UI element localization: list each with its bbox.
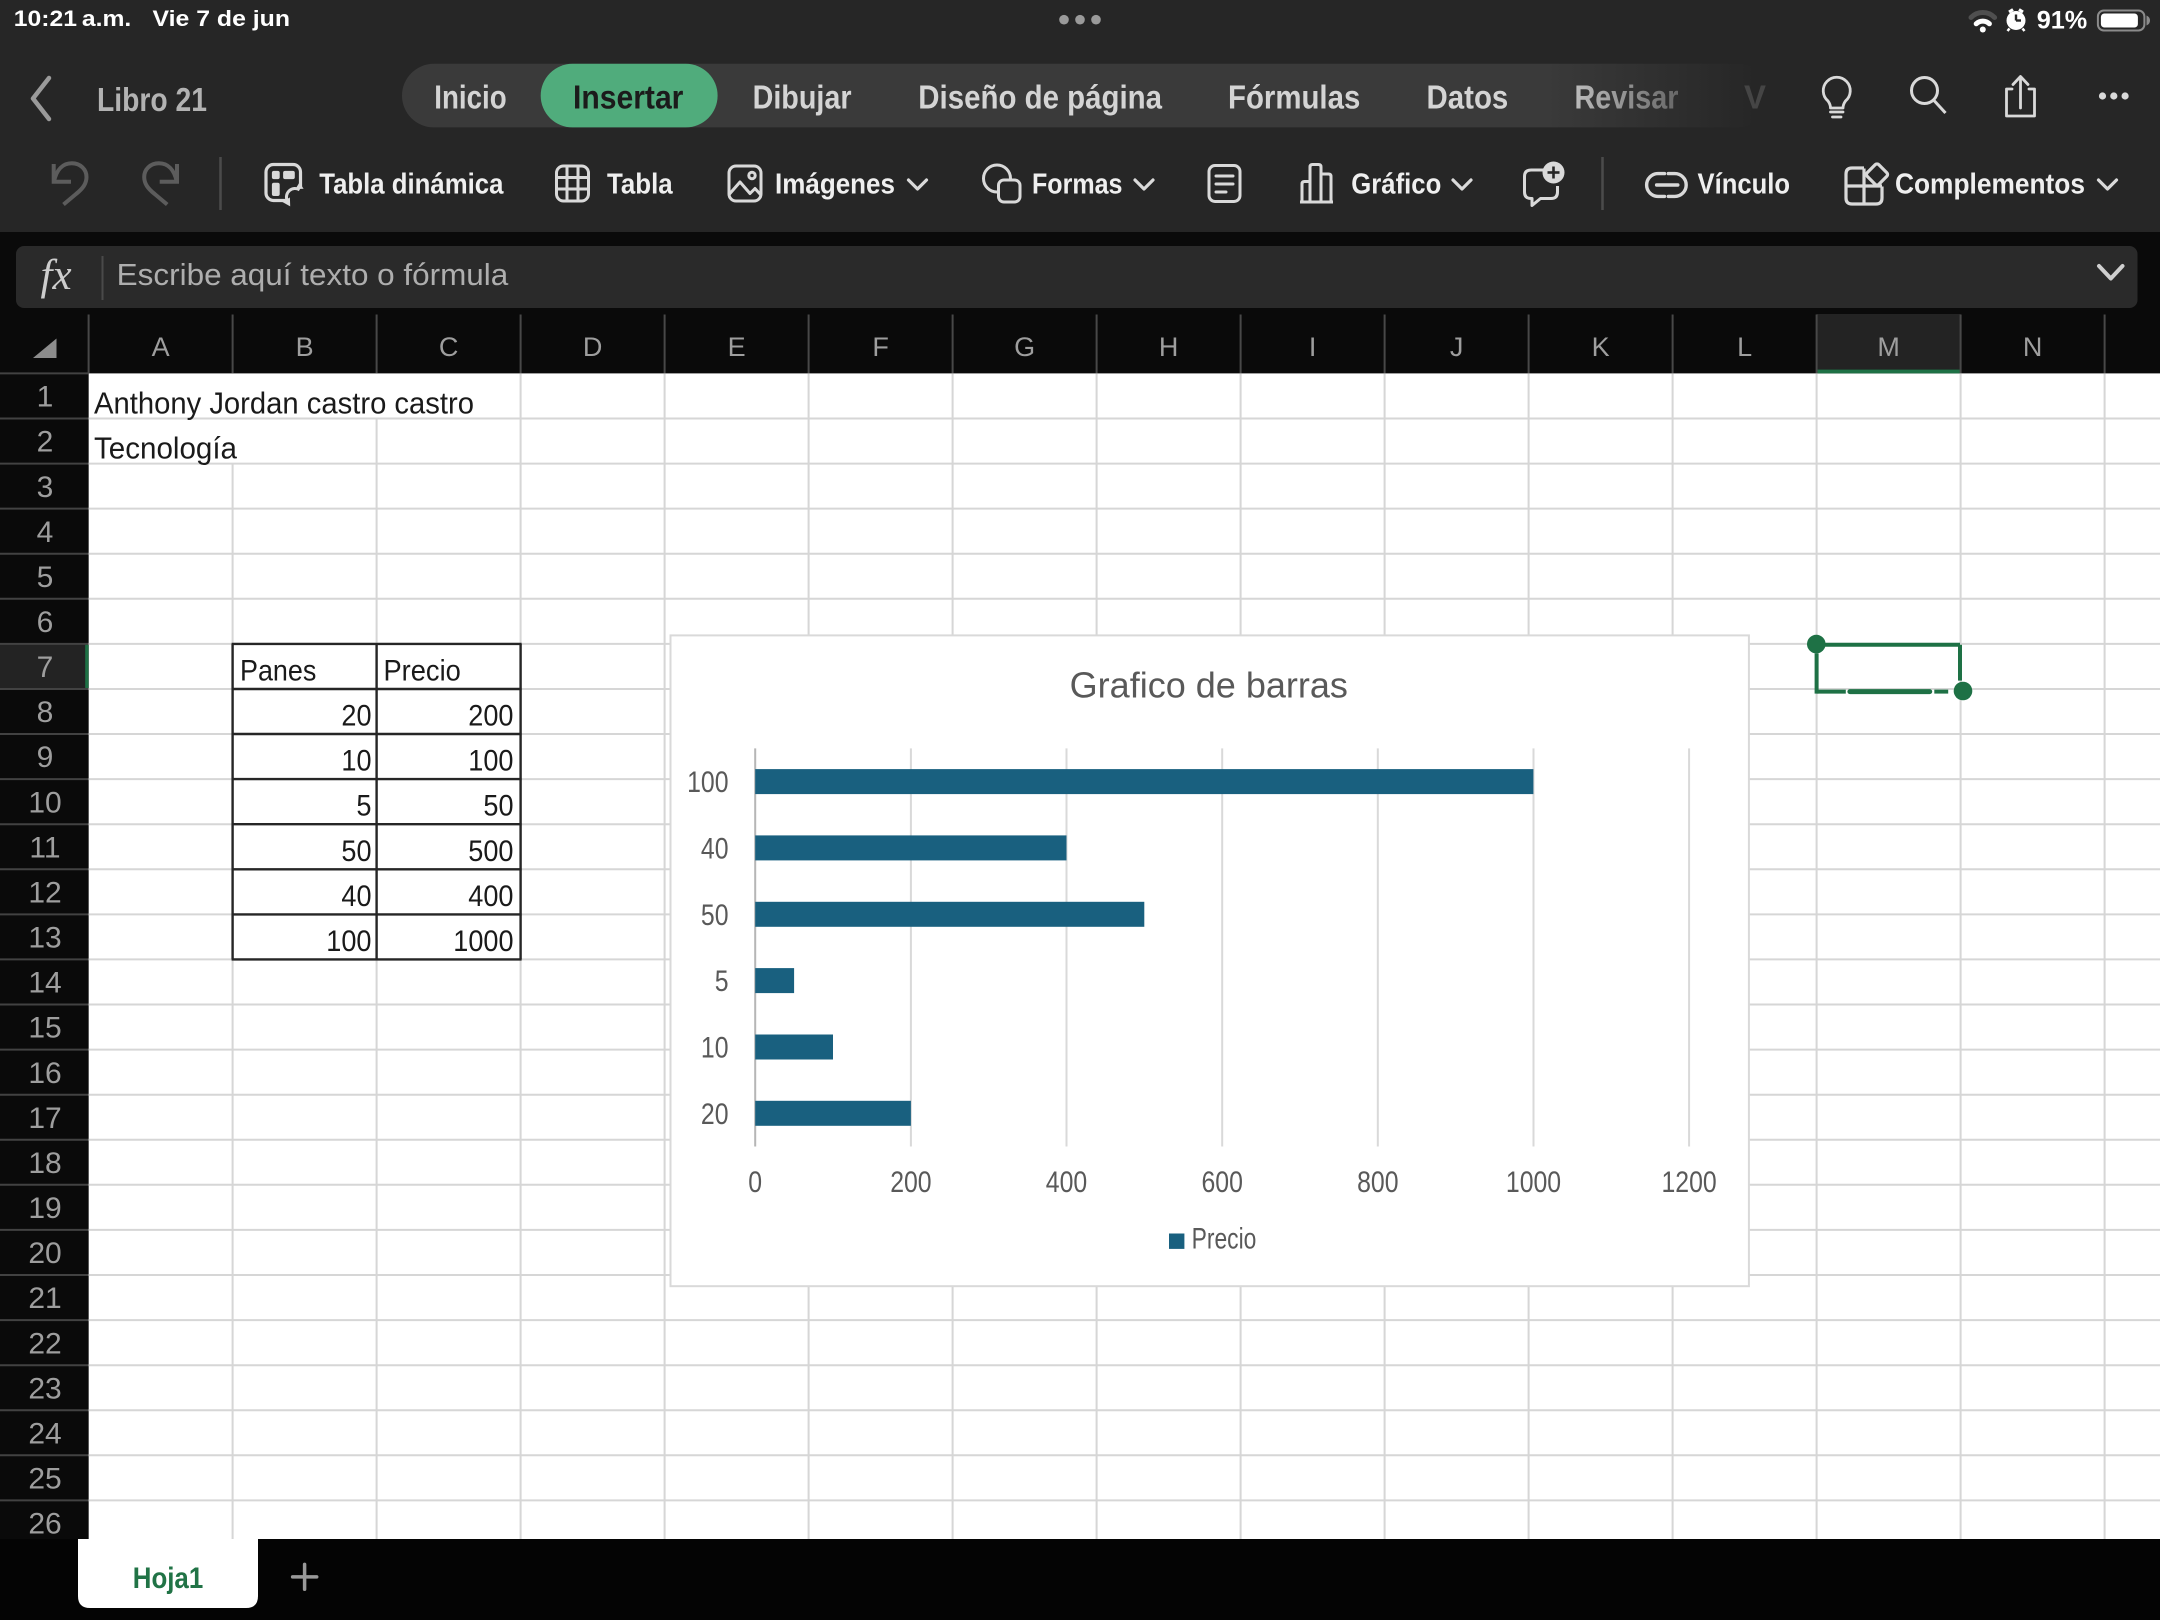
svg-text:Insertar: Insertar — [573, 79, 684, 116]
svg-text:17: 17 — [28, 1102, 61, 1135]
svg-text:5: 5 — [37, 561, 54, 594]
svg-text:2: 2 — [37, 426, 54, 459]
svg-text:N: N — [2023, 332, 2043, 362]
svg-text:18: 18 — [28, 1147, 61, 1180]
svg-text:9: 9 — [37, 741, 54, 774]
svg-text:10: 10 — [341, 745, 371, 778]
svg-text:K: K — [1592, 332, 1610, 362]
svg-text:23: 23 — [28, 1372, 61, 1405]
svg-text:Tabla dinámica: Tabla dinámica — [319, 168, 504, 200]
svg-text:5: 5 — [356, 790, 371, 823]
svg-text:Formas: Formas — [1032, 168, 1123, 200]
svg-text:400: 400 — [1046, 1166, 1087, 1199]
svg-text:800: 800 — [1357, 1166, 1398, 1199]
svg-text:50: 50 — [483, 790, 513, 823]
svg-text:13: 13 — [28, 922, 61, 955]
svg-text:L: L — [1737, 332, 1752, 362]
svg-text:C: C — [439, 332, 459, 362]
svg-text:Tecnología: Tecnología — [94, 431, 238, 466]
svg-text:Dibujar: Dibujar — [753, 79, 852, 116]
svg-text:40: 40 — [341, 880, 371, 913]
svg-text:100: 100 — [326, 925, 371, 958]
svg-text:Fórmulas: Fórmulas — [1228, 79, 1360, 116]
svg-text:7: 7 — [37, 651, 54, 684]
svg-text:91%: 91% — [2037, 7, 2088, 35]
svg-text:Escribe aquí texto o fórmula: Escribe aquí texto o fórmula — [117, 257, 509, 292]
svg-text:200: 200 — [468, 700, 513, 733]
svg-text:Anthony Jordan castro castro: Anthony Jordan castro castro — [94, 386, 474, 421]
svg-text:15: 15 — [28, 1012, 61, 1045]
svg-text:Hoja1: Hoja1 — [133, 1562, 203, 1595]
svg-text:20: 20 — [28, 1237, 61, 1270]
svg-text:Vínculo: Vínculo — [1698, 168, 1791, 200]
svg-text:Grafico de barras: Grafico de barras — [1070, 664, 1348, 705]
svg-text:M: M — [1877, 332, 1900, 362]
svg-text:100: 100 — [687, 766, 728, 799]
svg-text:20: 20 — [341, 700, 371, 733]
svg-text:22: 22 — [28, 1327, 61, 1360]
svg-text:400: 400 — [468, 880, 513, 913]
svg-text:10: 10 — [701, 1032, 729, 1065]
svg-text:G: G — [1014, 332, 1035, 362]
svg-text:5: 5 — [715, 965, 729, 998]
svg-text:21: 21 — [28, 1282, 61, 1315]
svg-text:10: 10 — [28, 786, 61, 819]
svg-text:500: 500 — [468, 835, 513, 868]
svg-text:Datos: Datos — [1427, 79, 1509, 116]
svg-text:50: 50 — [341, 835, 371, 868]
svg-text:Precio: Precio — [384, 654, 461, 687]
svg-text:4: 4 — [37, 516, 54, 549]
svg-text:1000: 1000 — [1506, 1166, 1561, 1199]
svg-text:Panes: Panes — [240, 654, 316, 687]
svg-text:14: 14 — [28, 967, 61, 1000]
svg-text:1200: 1200 — [1662, 1166, 1717, 1199]
svg-text:Vie 7 de jun: Vie 7 de jun — [153, 6, 291, 31]
svg-text:V: V — [1744, 79, 1766, 116]
svg-text:B: B — [296, 332, 314, 362]
svg-text:I: I — [1309, 332, 1317, 362]
svg-text:Inicio: Inicio — [434, 79, 506, 116]
svg-text:1: 1 — [37, 381, 54, 414]
svg-text:200: 200 — [890, 1166, 931, 1199]
svg-text:24: 24 — [28, 1417, 61, 1450]
svg-text:600: 600 — [1202, 1166, 1243, 1199]
svg-text:19: 19 — [28, 1192, 61, 1225]
svg-text:H: H — [1159, 332, 1179, 362]
svg-text:40: 40 — [701, 832, 729, 865]
svg-text:D: D — [583, 332, 603, 362]
svg-text:16: 16 — [28, 1057, 61, 1090]
svg-text:10:21 a.m.: 10:21 a.m. — [14, 6, 131, 31]
svg-text:Libro 21: Libro 21 — [97, 81, 207, 118]
svg-text:Tabla: Tabla — [607, 168, 673, 200]
svg-text:25: 25 — [28, 1463, 61, 1496]
svg-text:F: F — [872, 332, 889, 362]
svg-text:Gráfico: Gráfico — [1351, 168, 1441, 200]
svg-text:1000: 1000 — [453, 925, 513, 958]
svg-text:100: 100 — [468, 745, 513, 778]
svg-text:J: J — [1450, 332, 1464, 362]
svg-text:fx: fx — [41, 252, 72, 299]
svg-text:11: 11 — [29, 831, 60, 864]
svg-text:Imágenes: Imágenes — [775, 168, 895, 200]
svg-text:Diseño de página: Diseño de página — [918, 79, 1162, 116]
svg-text:50: 50 — [701, 899, 729, 932]
svg-text:12: 12 — [28, 877, 61, 910]
svg-text:8: 8 — [37, 696, 54, 729]
svg-text:26: 26 — [28, 1508, 61, 1541]
svg-text:0: 0 — [748, 1166, 762, 1199]
svg-text:3: 3 — [37, 471, 54, 504]
svg-text:A: A — [152, 332, 170, 362]
svg-text:6: 6 — [37, 606, 54, 639]
svg-text:Complementos: Complementos — [1895, 168, 2085, 200]
svg-text:Precio: Precio — [1192, 1223, 1257, 1256]
svg-text:E: E — [728, 332, 746, 362]
svg-text:20: 20 — [701, 1098, 729, 1131]
